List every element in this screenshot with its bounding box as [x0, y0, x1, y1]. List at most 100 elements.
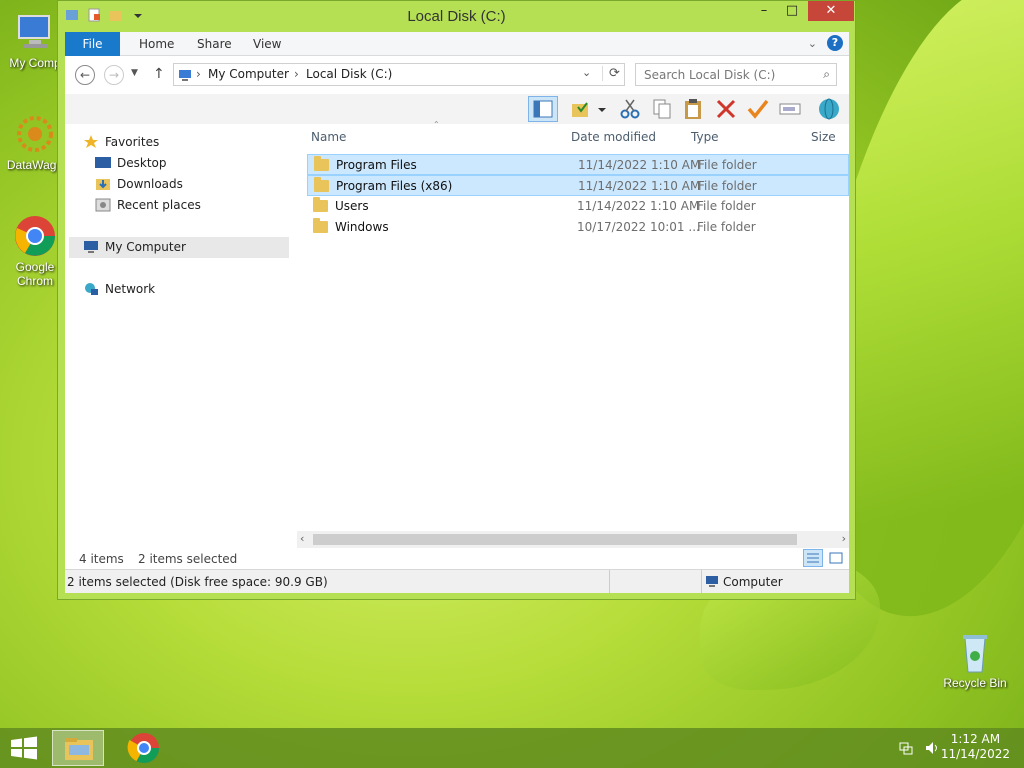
- tab-view[interactable]: View: [239, 32, 295, 56]
- dropdown-arrow-icon[interactable]: [596, 98, 608, 120]
- nav-network[interactable]: Network: [83, 282, 155, 296]
- taskbar: 1:12 AM 11/14/2022: [0, 728, 1024, 768]
- up-button[interactable]: ↑: [153, 66, 165, 82]
- nav-desktop[interactable]: Desktop: [95, 156, 167, 170]
- breadcrumb-local-disk[interactable]: Local Disk (C:): [306, 67, 392, 81]
- navigation-bar: ← → ▼ ↑ › My Computer › Local Disk (C:) …: [65, 56, 849, 94]
- status-divider: [609, 570, 610, 593]
- file-list: ⌃ Name Date modified Type Size Program F…: [297, 120, 849, 569]
- table-row[interactable]: Users 11/14/2022 1:10 AM File folder: [307, 196, 849, 217]
- breadcrumb-separator-icon: ›: [294, 67, 299, 81]
- folder-icon: [313, 218, 328, 233]
- window-title: Local Disk (C:): [407, 8, 506, 25]
- recent-places-icon: [95, 198, 111, 212]
- breadcrumb-separator-icon: ›: [196, 67, 201, 81]
- file-type: File folder: [697, 220, 756, 234]
- folder-icon: [314, 177, 329, 192]
- cut-icon[interactable]: [618, 98, 642, 120]
- nav-recent-places[interactable]: Recent places: [95, 198, 201, 212]
- command-toolbar: [65, 94, 849, 124]
- table-row[interactable]: Program Files 11/14/2022 1:10 AM File fo…: [307, 154, 849, 175]
- file-name: Program Files: [336, 158, 417, 172]
- address-dropdown-icon[interactable]: ⌄: [582, 66, 591, 79]
- column-header-type[interactable]: Type: [691, 130, 719, 144]
- help-icon[interactable]: ?: [827, 35, 843, 51]
- explorer-window: Local Disk (C:) – □ ✕ File Home Share Vi…: [57, 0, 856, 600]
- taskbar-file-explorer[interactable]: [52, 730, 104, 766]
- system-clock[interactable]: 1:12 AM 11/14/2022: [941, 732, 1010, 762]
- search-input[interactable]: Search Local Disk (C:): [644, 68, 775, 82]
- status-location: Computer: [723, 575, 783, 589]
- table-row[interactable]: Program Files (x86) 11/14/2022 1:10 AM F…: [307, 175, 849, 196]
- scrollbar-thumb[interactable]: [313, 534, 797, 545]
- delete-icon[interactable]: [714, 98, 738, 120]
- expand-ribbon-icon[interactable]: ⌄: [808, 37, 817, 50]
- copy-icon[interactable]: [650, 98, 674, 120]
- network-tray-icon[interactable]: [898, 740, 914, 759]
- clock-time: 1:12 AM: [950, 732, 1001, 746]
- status-bar: 2 items selected (Disk free space: 90.9 …: [65, 569, 849, 593]
- volume-icon[interactable]: [924, 740, 940, 759]
- file-date: 11/14/2022 1:10 AM: [578, 179, 701, 193]
- column-header-date[interactable]: Date modified: [571, 130, 656, 144]
- file-type: File folder: [697, 199, 756, 213]
- navigation-pane: Favorites Desktop Downloads Recent place…: [65, 124, 292, 569]
- file-name: Users: [335, 199, 369, 213]
- minimize-button[interactable]: –: [750, 1, 778, 21]
- nav-recent-places-label: Recent places: [117, 198, 201, 212]
- scroll-left-icon[interactable]: ‹: [300, 532, 304, 545]
- paste-icon[interactable]: [682, 98, 706, 120]
- nav-desktop-label: Desktop: [117, 156, 167, 170]
- large-icons-view-icon[interactable]: [827, 550, 845, 566]
- tab-share[interactable]: Share: [183, 32, 246, 56]
- nav-downloads[interactable]: Downloads: [95, 177, 183, 191]
- column-header-name[interactable]: Name: [311, 130, 346, 144]
- recent-locations-dropdown[interactable]: ▼: [131, 68, 138, 78]
- windows-logo-icon: [11, 736, 37, 760]
- file-type: File folder: [698, 158, 757, 172]
- nav-my-computer[interactable]: My Computer: [83, 240, 186, 254]
- back-button[interactable]: ←: [75, 65, 95, 85]
- breadcrumb-my-computer[interactable]: My Computer: [208, 67, 289, 81]
- preview-pane-icon[interactable]: [528, 96, 558, 122]
- table-row[interactable]: Windows 10/17/2022 10:01 ... File folder: [307, 217, 849, 238]
- tab-home[interactable]: Home: [125, 32, 188, 56]
- info-bar: 4 items 2 items selected: [65, 549, 849, 569]
- close-button[interactable]: ✕: [808, 1, 854, 21]
- nav-downloads-label: Downloads: [117, 177, 183, 191]
- title-bar[interactable]: Local Disk (C:) – □ ✕: [58, 1, 855, 32]
- status-divider: [701, 570, 702, 593]
- apply-check-icon[interactable]: [746, 98, 770, 120]
- search-box[interactable]: Search Local Disk (C:) ⌕: [635, 63, 837, 86]
- details-view-icon[interactable]: [803, 549, 823, 567]
- taskbar-chrome[interactable]: [118, 730, 170, 766]
- forward-button[interactable]: →: [104, 65, 124, 85]
- horizontal-scrollbar[interactable]: ‹ ›: [297, 531, 849, 548]
- desktop-icon: [95, 156, 111, 170]
- clock-date: 11/14/2022: [940, 747, 1010, 761]
- globe-icon[interactable]: [817, 98, 841, 120]
- refresh-icon[interactable]: ⟳: [602, 66, 620, 81]
- rename-icon[interactable]: [778, 98, 802, 120]
- start-button[interactable]: [10, 736, 38, 760]
- desktop-icon-recycle-bin[interactable]: Recycle Bin: [940, 630, 1010, 690]
- select-folder-icon[interactable]: [570, 98, 594, 120]
- file-date: 11/14/2022 1:10 AM: [577, 199, 700, 213]
- tab-file[interactable]: File: [65, 32, 120, 56]
- column-header-size[interactable]: Size: [811, 130, 836, 144]
- computer-icon: [13, 10, 57, 54]
- datawago-icon: [13, 112, 57, 156]
- address-bar[interactable]: › My Computer › Local Disk (C:) ⌄ ⟳: [173, 63, 625, 86]
- ribbon-tabs: File Home Share View ⌄ ?: [65, 32, 849, 56]
- star-icon: [83, 135, 99, 149]
- scroll-right-icon[interactable]: ›: [842, 532, 846, 545]
- system-tray: [898, 740, 940, 759]
- chrome-icon: [13, 214, 57, 258]
- maximize-button[interactable]: □: [778, 1, 806, 21]
- file-name: Program Files (x86): [336, 179, 453, 193]
- nav-my-computer-label: My Computer: [105, 240, 186, 254]
- file-date: 11/14/2022 1:10 AM: [578, 158, 701, 172]
- search-icon: ⌕: [823, 67, 830, 81]
- sort-ascending-icon: ⌃: [433, 120, 440, 129]
- nav-favorites[interactable]: Favorites: [83, 135, 159, 149]
